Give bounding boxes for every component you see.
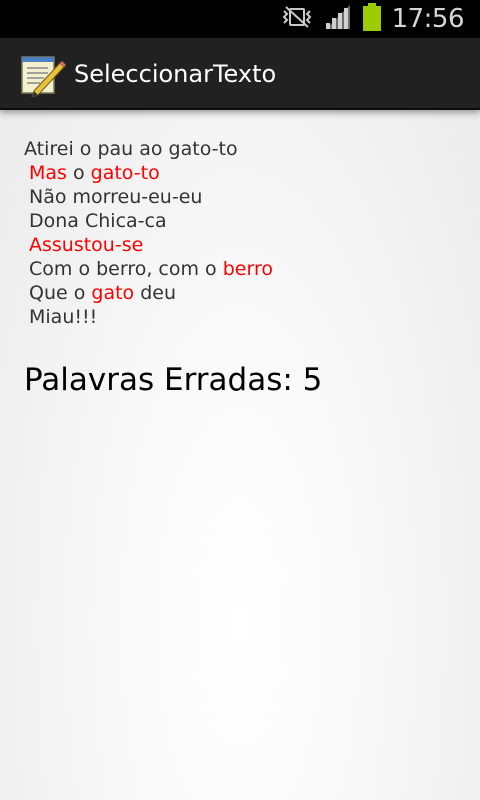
poem-text-segment: Que o: [29, 282, 92, 304]
status-clock: 17:56: [391, 4, 465, 34]
poem-line: Dona Chica-ca: [24, 209, 464, 233]
notepad-pencil-icon[interactable]: [20, 53, 66, 98]
wrong-word: gato-to: [90, 162, 160, 184]
wrong-words-summary: Palavras Erradas: 5: [24, 362, 322, 398]
poem-text-segment: o: [66, 162, 91, 184]
wrong-word: Mas: [29, 162, 67, 184]
poem-text-segment: Não morreu-eu-eu: [29, 186, 203, 208]
app-title: SeleccionarTexto: [74, 60, 277, 88]
poem-line: Com o berro, com o berro: [24, 257, 464, 281]
poem-line: Atirei o pau ao gato-to: [24, 137, 464, 161]
poem-text: Atirei o pau ao gato-to Mas o gato-to Nã…: [24, 137, 464, 329]
poem-line: Não morreu-eu-eu: [24, 185, 464, 209]
poem-line: Miau!!!: [24, 305, 464, 329]
wrong-word: gato: [91, 282, 135, 304]
vibrate-icon: [280, 5, 314, 33]
wrong-word: Assustou-se: [29, 234, 144, 256]
wrong-words-count: 5: [302, 362, 323, 398]
poem-text-segment: Atirei o pau ao gato-to: [24, 138, 238, 160]
signal-icon: [324, 3, 352, 35]
status-icons: 17:56: [280, 0, 465, 38]
poem-text-segment: Miau!!!: [29, 306, 98, 328]
battery-icon: [362, 3, 382, 35]
poem-text-segment: Dona Chica-ca: [29, 210, 167, 232]
poem-line: Assustou-se: [24, 233, 464, 257]
poem-line: Que o gato deu: [24, 281, 464, 305]
poem-text-segment: Com o berro, com o: [29, 258, 223, 280]
poem-text-segment: deu: [134, 282, 177, 304]
wrong-words-label: Palavras Erradas:: [24, 362, 303, 398]
wrong-word: berro: [222, 258, 273, 280]
status-bar: 17:56: [0, 0, 480, 38]
poem-line: Mas o gato-to: [24, 161, 464, 185]
action-bar: SeleccionarTexto: [0, 38, 480, 110]
